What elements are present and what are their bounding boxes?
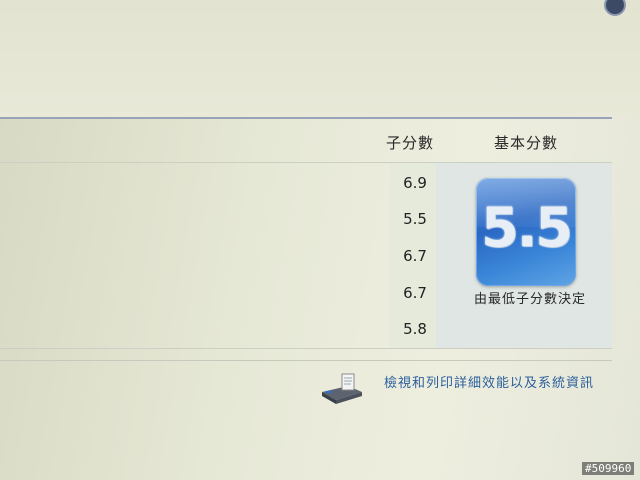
watermark: #509960 xyxy=(582,462,635,475)
base-score-header: 基本分數 xyxy=(494,134,559,152)
top-pane xyxy=(0,0,640,118)
header-divider xyxy=(0,117,612,119)
subscore-value: 6.9 xyxy=(403,174,427,192)
subscore-value: 5.5 xyxy=(403,210,427,228)
view-print-details-link[interactable]: 檢視和列印詳細效能以及系統資訊 xyxy=(384,372,594,391)
base-score-badge: 5.5 xyxy=(476,178,576,286)
subscore-header: 子分數 xyxy=(386,134,435,152)
subscore-value: 5.8 xyxy=(403,320,427,338)
screen: 子分數 基本分數 6.9 5.5 6.7 6.7 5.8 5.5 由最低子分數決… xyxy=(0,0,640,480)
row-divider xyxy=(0,348,612,349)
printer-computer-icon[interactable] xyxy=(318,370,364,406)
subscore-value: 6.7 xyxy=(403,284,427,302)
section-divider xyxy=(0,360,612,361)
base-score-value: 5.5 xyxy=(481,196,573,259)
row-divider xyxy=(0,162,612,163)
base-score-caption: 由最低子分數決定 xyxy=(473,292,586,307)
subscore-value: 6.7 xyxy=(403,247,427,265)
